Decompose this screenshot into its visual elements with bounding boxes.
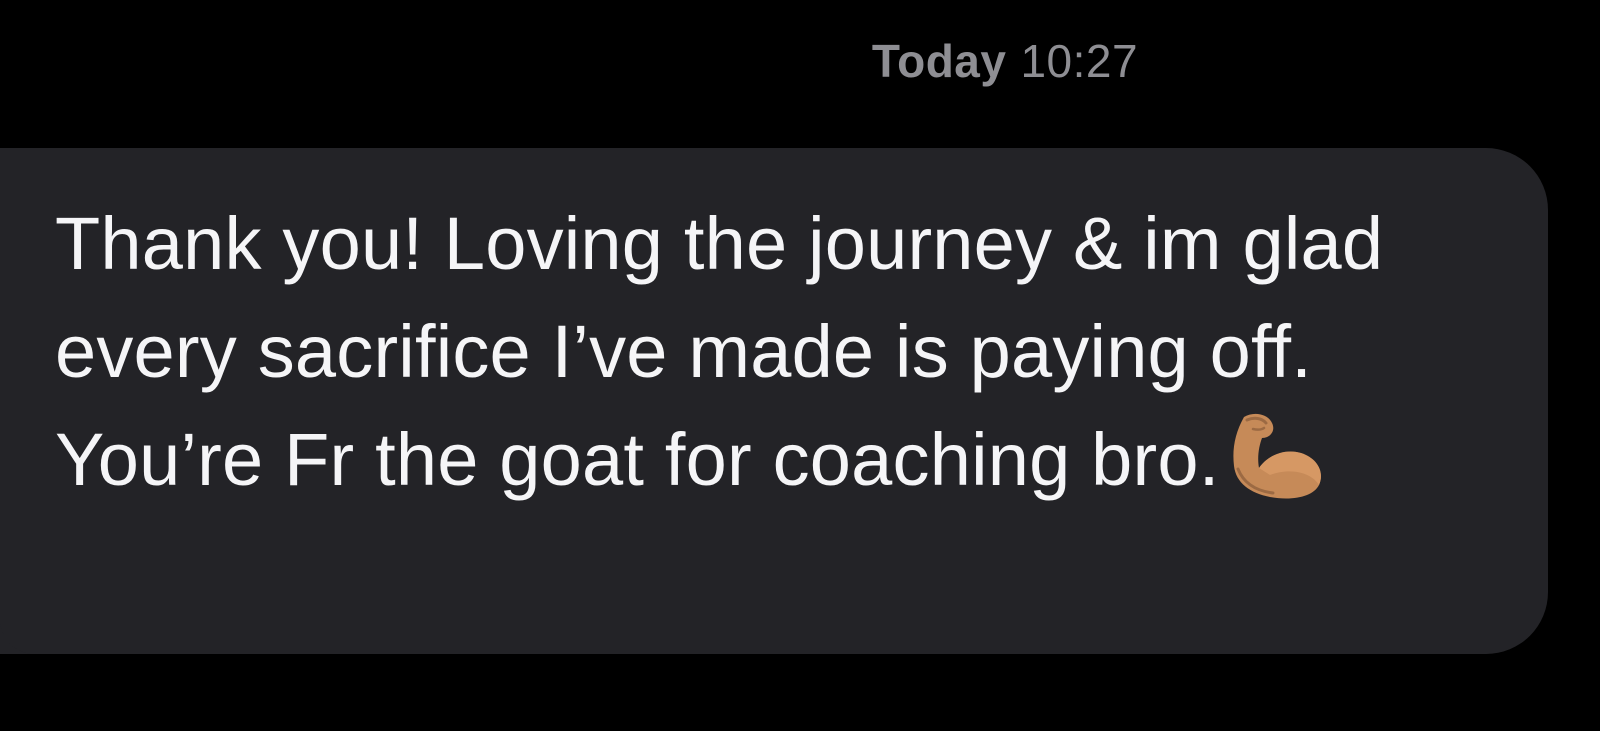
timestamp-day: Today	[871, 35, 1007, 87]
timestamp-time: 10:27	[1020, 35, 1139, 87]
flexed-biceps-icon	[1226, 411, 1334, 503]
message-text: Thank you! Loving the journey & im glad …	[55, 202, 1384, 501]
message-timestamp: Today 10:27	[0, 34, 1600, 88]
conversation-view: Today 10:27 Thank you! Loving the journe…	[0, 0, 1600, 731]
received-message-bubble[interactable]: Thank you! Loving the journey & im glad …	[0, 148, 1548, 654]
message-body: Thank you! Loving the journey & im glad …	[55, 190, 1508, 514]
bubble-tail	[0, 624, 30, 654]
